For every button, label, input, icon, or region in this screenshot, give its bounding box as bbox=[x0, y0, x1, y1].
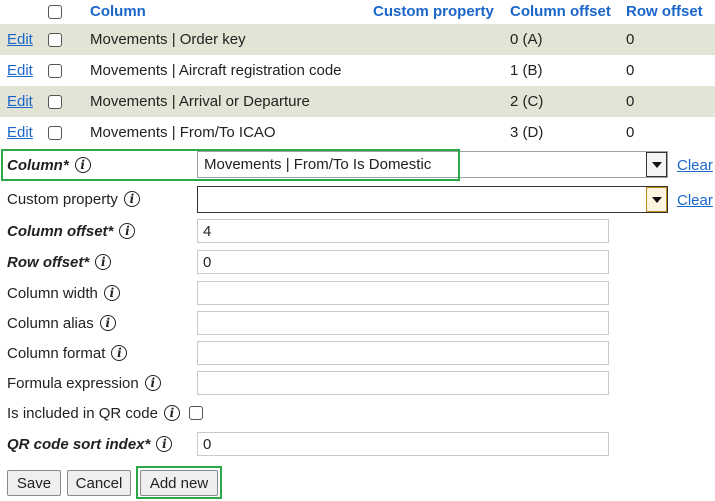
formula-expression-input[interactable] bbox=[197, 371, 609, 395]
column-format-label: Column format i bbox=[7, 338, 128, 368]
form-row-is-included-qr: Is included in QR code i bbox=[0, 398, 715, 428]
row-checkbox[interactable] bbox=[48, 32, 62, 47]
edit-link[interactable]: Edit bbox=[7, 124, 33, 141]
form-row-custom-property: Custom property i Clear bbox=[0, 184, 715, 214]
form-row-column-alias: Column alias i bbox=[0, 308, 715, 338]
row-offset-label: Row offset* i bbox=[7, 247, 112, 277]
row-column-offset: 3 (D) bbox=[510, 124, 544, 141]
qr-sort-index-input[interactable]: 0 bbox=[197, 432, 609, 456]
is-included-qr-checkbox[interactable] bbox=[188, 406, 203, 420]
column-alias-input[interactable] bbox=[197, 311, 609, 335]
info-icon[interactable]: i bbox=[144, 375, 161, 391]
select-all-checkbox[interactable] bbox=[48, 4, 62, 19]
table-row: Edit Movements | Arrival or Departure 2 … bbox=[0, 86, 715, 117]
form-row-column: Column* i Movements | From/To Is Domestic… bbox=[0, 150, 715, 180]
column-alias-label: Column alias i bbox=[7, 308, 116, 338]
table-row: Edit Movements | Aircraft registration c… bbox=[0, 55, 715, 86]
qr-sort-index-label: QR code sort index* i bbox=[7, 429, 173, 459]
chevron-down-icon[interactable] bbox=[646, 152, 667, 177]
info-icon[interactable]: i bbox=[95, 254, 112, 270]
header-column-offset[interactable]: Column offset bbox=[510, 0, 611, 23]
row-column: Movements | Aircraft registration code bbox=[90, 62, 342, 79]
row-offset-input[interactable]: 0 bbox=[197, 250, 609, 274]
row-checkbox[interactable] bbox=[48, 63, 62, 78]
row-row-offset: 0 bbox=[626, 31, 635, 48]
row-column: Movements | Order key bbox=[90, 31, 246, 48]
header-custom-property[interactable]: Custom property bbox=[373, 0, 494, 23]
column-offset-label: Column offset* i bbox=[7, 216, 136, 246]
info-icon[interactable]: i bbox=[123, 191, 140, 207]
row-checkbox[interactable] bbox=[48, 94, 62, 109]
row-row-offset: 0 bbox=[626, 93, 635, 110]
add-new-button[interactable]: Add new bbox=[140, 470, 218, 496]
column-select-value: Movements | From/To Is Domestic bbox=[204, 156, 432, 173]
info-icon[interactable]: i bbox=[99, 315, 116, 331]
row-row-offset: 0 bbox=[626, 62, 635, 79]
header-column[interactable]: Column bbox=[90, 0, 146, 23]
column-offset-input[interactable]: 4 bbox=[197, 219, 609, 243]
info-icon[interactable]: i bbox=[163, 405, 180, 421]
form-row-column-format: Column format i bbox=[0, 338, 715, 368]
info-icon[interactable]: i bbox=[156, 436, 173, 452]
edit-link[interactable]: Edit bbox=[7, 31, 33, 48]
row-column-offset: 2 (C) bbox=[510, 93, 544, 110]
form-row-column-width: Column width i bbox=[0, 278, 715, 308]
form-row-column-offset: Column offset* i 4 bbox=[0, 216, 715, 246]
edit-link[interactable]: Edit bbox=[7, 62, 33, 79]
column-clear-link[interactable]: Clear bbox=[677, 157, 713, 174]
info-icon[interactable]: i bbox=[119, 223, 136, 239]
grid-header-row: Column Custom property Column offset Row… bbox=[0, 0, 715, 23]
column-format-input[interactable] bbox=[197, 341, 609, 365]
select-all-checkbox-cell[interactable] bbox=[48, 0, 62, 23]
row-checkbox[interactable] bbox=[48, 125, 62, 140]
header-row-offset[interactable]: Row offset bbox=[626, 0, 703, 23]
chevron-down-icon[interactable] bbox=[646, 187, 667, 212]
table-row: Edit Movements | Order key 0 (A) 0 bbox=[0, 24, 715, 55]
edit-link[interactable]: Edit bbox=[7, 93, 33, 110]
info-icon[interactable]: i bbox=[74, 157, 91, 173]
cancel-button[interactable]: Cancel bbox=[67, 470, 131, 496]
custom-property-select[interactable] bbox=[197, 186, 668, 213]
formula-expression-label: Formula expression i bbox=[7, 368, 161, 398]
info-icon[interactable]: i bbox=[103, 285, 120, 301]
column-select[interactable]: Movements | From/To Is Domestic bbox=[197, 151, 668, 178]
is-included-qr-label: Is included in QR code i bbox=[7, 398, 203, 428]
row-column: Movements | From/To ICAO bbox=[90, 124, 276, 141]
row-column-offset: 1 (B) bbox=[510, 62, 543, 79]
form-row-qr-sort-index: QR code sort index* i 0 bbox=[0, 429, 715, 459]
info-icon[interactable]: i bbox=[111, 345, 128, 361]
row-column: Movements | Arrival or Departure bbox=[90, 93, 310, 110]
form-row-row-offset: Row offset* i 0 bbox=[0, 247, 715, 277]
table-row: Edit Movements | From/To ICAO 3 (D) 0 bbox=[0, 117, 715, 148]
custom-property-label: Custom property i bbox=[7, 184, 140, 214]
custom-property-clear-link[interactable]: Clear bbox=[677, 192, 713, 209]
row-row-offset: 0 bbox=[626, 124, 635, 141]
save-button[interactable]: Save bbox=[7, 470, 61, 496]
form-row-formula-expression: Formula expression i bbox=[0, 368, 715, 398]
column-width-label: Column width i bbox=[7, 278, 120, 308]
row-column-offset: 0 (A) bbox=[510, 31, 543, 48]
column-label: Column* i bbox=[7, 150, 91, 180]
column-width-input[interactable] bbox=[197, 281, 609, 305]
